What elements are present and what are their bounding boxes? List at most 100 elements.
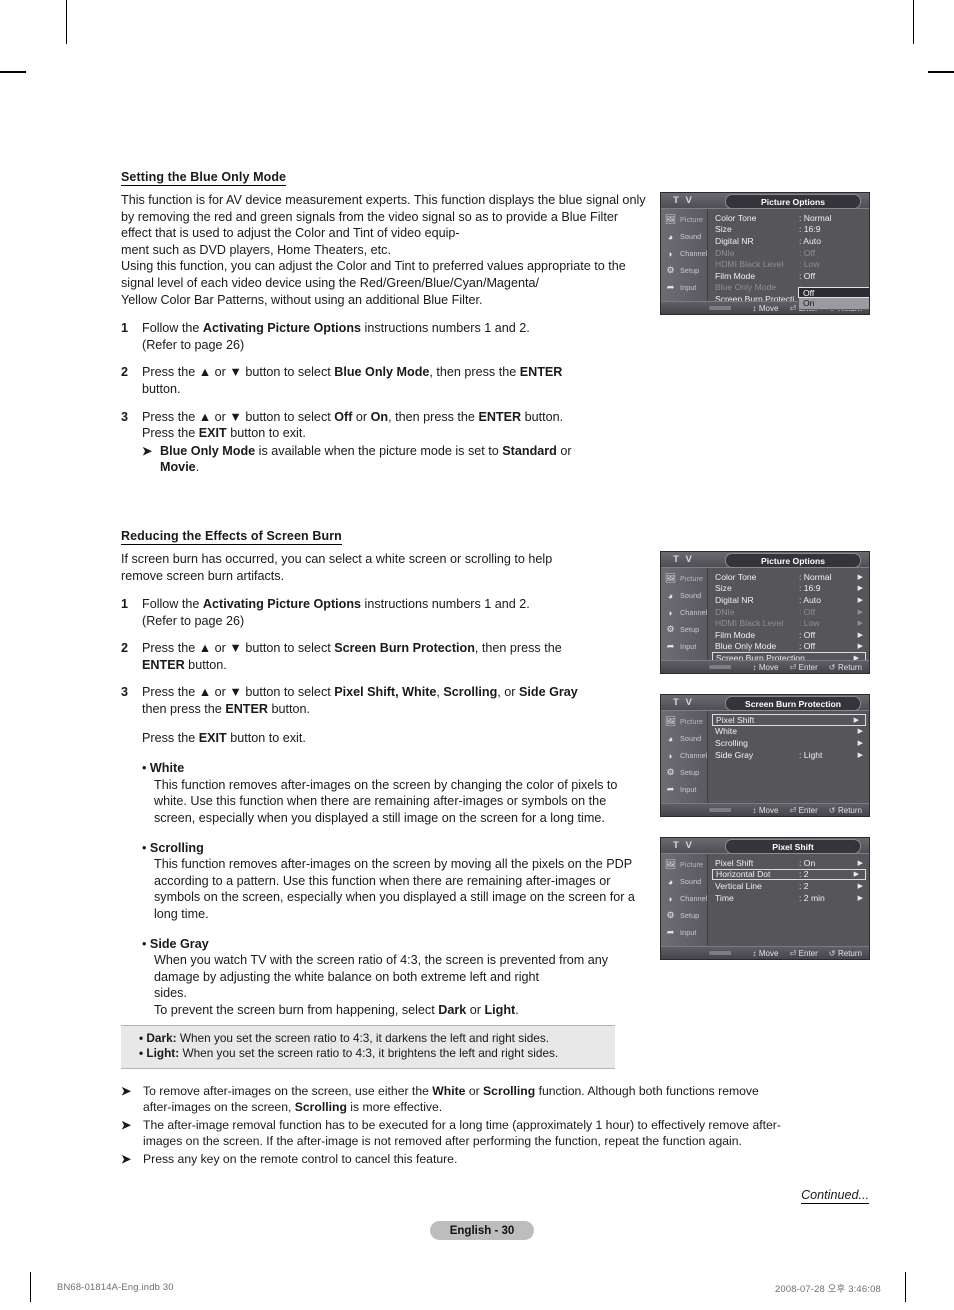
bullet-body: This function removes after-images on th… [154, 857, 635, 921]
row-value: : Low [799, 259, 820, 270]
dropdown-option-on[interactable]: On [798, 298, 869, 310]
sidebar-item-picture[interactable]: 🖼 Picture [661, 211, 707, 228]
blue-only-mode-dropdown[interactable]: Off On [798, 287, 869, 310]
arrow-bullet-icon: ➤ [121, 1084, 132, 1098]
sidebar-item-sound[interactable]: ◕ Sound [661, 730, 707, 747]
footer-return: ↺Return [829, 663, 862, 672]
step-text: Press the ▲ or ▼ button to select Blue O… [142, 365, 563, 396]
footer-lead-bar [709, 808, 731, 812]
sidebar-item-channel[interactable]: ◗ Channel [661, 890, 708, 907]
section2-steps: 1 Follow the Activating Picture Options … [121, 596, 646, 746]
return-icon: ↺ [828, 805, 836, 815]
bottom-note-2: ➤ The after-image removal function has t… [121, 1117, 869, 1150]
sidebar-item-picture[interactable]: 🖼 Picture [661, 713, 707, 730]
sidebar-item-picture[interactable]: 🖼 Picture [661, 570, 707, 587]
updown-icon: ↕ [752, 662, 757, 672]
footer-return: ↺Return [829, 949, 862, 958]
menu-row[interactable]: Size : 16:9 [712, 224, 869, 236]
enter-icon: ⏎ [789, 303, 797, 313]
row-label: Digital NR [715, 594, 754, 605]
sidebar-item-channel[interactable]: ◗ Channel [661, 604, 708, 621]
menu-row: HDMI Black Level : Low [712, 258, 869, 270]
note-text: Blue Only Mode is available when the pic… [160, 443, 572, 475]
row-label: Film Mode [715, 629, 756, 640]
menu-row[interactable]: Color Tone : Normal ▶ [712, 571, 869, 583]
row-label: DNIe [715, 606, 735, 617]
menu-row[interactable]: Size : 16:9 ▶ [712, 583, 869, 595]
menu-row-time[interactable]: Time : 2 min ▶ [712, 892, 869, 904]
row-label: Digital NR [715, 235, 754, 246]
crop-mark-top-left [66, 0, 67, 44]
menu-row-blue-only-mode[interactable]: Blue Only Mode : Off ▶ [712, 641, 869, 653]
osd-header: T V Picture Options [661, 193, 869, 209]
sidebar-item-setup[interactable]: ⚙ Setup [661, 621, 707, 638]
step-1: 1 Follow the Activating Picture Options … [121, 320, 646, 353]
osd-body: 🖼 Picture ◕ Sound ◗ Channel ⚙ Setup ➦ In… [661, 711, 869, 803]
sidebar-item-setup[interactable]: ⚙ Setup [661, 262, 707, 279]
sidebar-item-input[interactable]: ➦ Input [661, 781, 707, 798]
osd-sidebar: 🖼 Picture ◕ Sound ◗ Channel ⚙ Setup ➦ In… [661, 568, 708, 660]
bullet-title: • Side Gray [142, 936, 209, 951]
sidebar-item-sound[interactable]: ◕ Sound [661, 228, 707, 245]
note-blue-only: ➤ Blue Only Mode is available when the p… [142, 443, 646, 476]
osd-tv-label: T V [673, 554, 694, 565]
arrow-bullet-icon: ➤ [142, 443, 153, 458]
sidebar-item-input[interactable]: ➦ Input [661, 638, 707, 655]
sidebar-item-picture[interactable]: 🖼 Picture [661, 856, 707, 873]
section-heading-blue-only: Setting the Blue Only Mode [121, 170, 287, 186]
step-number: 1 [121, 321, 129, 336]
footer-move: ↕ Move [752, 806, 778, 815]
row-label: Size [715, 583, 732, 594]
sidebar-label: Picture [680, 574, 704, 583]
sidebar-item-input[interactable]: ➦ Input [661, 279, 707, 296]
footer-move: ↕ Move [752, 949, 778, 958]
bullet-title: • White [142, 761, 185, 776]
sidebar-item-input[interactable]: ➦ Input [661, 924, 707, 941]
sound-icon: ◕ [667, 590, 674, 601]
sidebar-label: Input [680, 283, 697, 292]
sidebar-item-setup[interactable]: ⚙ Setup [661, 764, 707, 781]
sidebar-label: Picture [680, 717, 704, 726]
sidebar-item-channel[interactable]: ◗ Channel [661, 245, 708, 262]
row-label: Horizontal Dot [716, 869, 771, 880]
menu-row-vertical-line[interactable]: Vertical Line : 2 ▶ [712, 880, 869, 892]
menu-row-horizontal-dot[interactable]: Horizontal Dot : 2 ▶ [712, 868, 866, 881]
row-value: : Auto [799, 235, 821, 246]
osd-screen-burn-protection: T V Screen Burn Protection 🖼 Picture ◕ S… [660, 694, 870, 817]
osd-tv-label: T V [673, 195, 694, 206]
enter-icon: ⏎ [789, 948, 797, 958]
menu-row[interactable]: Color Tone : Normal [712, 212, 869, 224]
sidebar-label: Setup [680, 911, 700, 920]
chevron-right-icon: ▶ [853, 716, 859, 724]
continued-label: Continued... [801, 1188, 869, 1204]
menu-row[interactable]: Film Mode : Off ▶ [712, 629, 869, 641]
osd-picture-options-screen-burn: T V Picture Options 🖼 Picture ◕ Sound ◗ … [660, 551, 870, 674]
sidebar-label: Channel [680, 751, 708, 760]
sidebar-label: Input [680, 928, 697, 937]
note-text: Press any key on the remote control to c… [143, 1151, 458, 1166]
menu-row-pixel-shift[interactable]: Pixel Shift ▶ [712, 714, 866, 726]
dropdown-option-off[interactable]: Off [798, 287, 869, 299]
osd-menu-list: Pixel Shift ▶ White ▶ Scrolling ▶ Side G… [708, 711, 869, 803]
sidebar-item-sound[interactable]: ◕ Sound [661, 873, 707, 890]
content-column: Setting the Blue Only Mode This function… [121, 168, 646, 1069]
sidebar-item-channel[interactable]: ◗ Channel [661, 747, 708, 764]
arrow-bullet-icon: ➤ [121, 1151, 132, 1166]
row-label: Film Mode [715, 270, 756, 281]
menu-row-white[interactable]: White ▶ [712, 726, 869, 738]
menu-row[interactable]: Film Mode : Off [712, 270, 869, 282]
section-heading-screen-burn: Reducing the Effects of Screen Burn [121, 528, 342, 545]
footer-lead-bar [709, 951, 731, 955]
input-icon: ➦ [666, 282, 675, 292]
sidebar-item-sound[interactable]: ◕ Sound [661, 587, 707, 604]
menu-row-side-gray[interactable]: Side Gray : Light ▶ [712, 749, 869, 761]
step-text: Follow the Activating Picture Options in… [142, 321, 530, 352]
menu-row-scrolling[interactable]: Scrolling ▶ [712, 737, 869, 749]
section1-intro: This function is for AV device measureme… [121, 193, 646, 307]
sound-icon: ◕ [667, 231, 674, 242]
menu-row[interactable]: Digital NR : Auto [712, 235, 869, 247]
sidebar-item-setup[interactable]: ⚙ Setup [661, 907, 707, 924]
menu-row[interactable]: Digital NR : Auto ▶ [712, 594, 869, 606]
menu-row-pixel-shift[interactable]: Pixel Shift : On ▶ [712, 857, 869, 869]
crop-mark-bottom-right [905, 1272, 906, 1302]
